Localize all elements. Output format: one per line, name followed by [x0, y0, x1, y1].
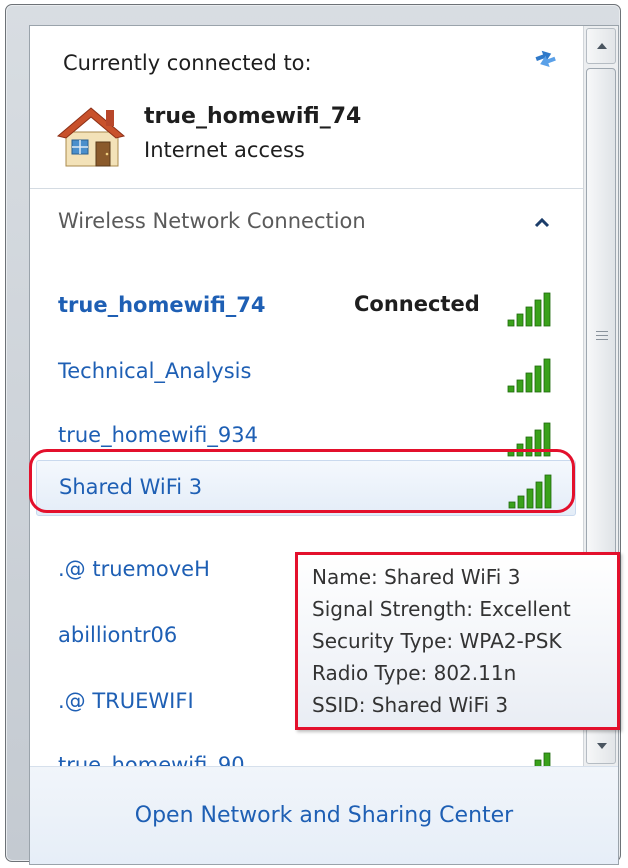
signal-bar [507, 385, 515, 393]
window-frame: Currently connected to: true_homewifi_74… [5, 4, 621, 865]
connected-network-name: true_homewifi_74 [144, 104, 362, 129]
annotation-highlight-ring [29, 449, 575, 513]
network-status: Connected [354, 292, 480, 316]
network-name: Technical_Analysis [58, 359, 252, 383]
signal-bar [534, 365, 542, 393]
current-connection-header: Currently connected to: true_homewifi_74… [30, 26, 583, 188]
network-flyout: Currently connected to: true_homewifi_74… [29, 25, 619, 865]
flyout-footer: Open Network and Sharing Center [30, 766, 618, 864]
scroll-up-button[interactable] [586, 28, 616, 64]
section-title: Wireless Network Connection [58, 209, 366, 233]
signal-bar [525, 306, 533, 327]
network-item-technical-analysis[interactable]: Technical_Analysis [36, 345, 576, 401]
signal-strength-icon [507, 292, 551, 327]
signal-bar [543, 358, 551, 393]
open-network-sharing-center-link[interactable]: Open Network and Sharing Center [30, 803, 618, 828]
tooltip-name: Name: Shared WiFi 3 [312, 565, 521, 589]
signal-bar [534, 299, 542, 327]
network-name: .@ TRUEWIFI [58, 689, 194, 713]
network-name: true_homewifi_74 [58, 293, 266, 317]
arrow-up-icon [597, 43, 607, 49]
scroll-thumb[interactable] [586, 68, 616, 616]
tooltip-ssid: SSID: Shared WiFi 3 [312, 693, 509, 717]
signal-bar [543, 292, 551, 327]
signal-strength-icon [507, 358, 551, 393]
tooltip-security-type: Security Type: WPA2-PSK [312, 629, 562, 653]
home-network-icon [56, 107, 126, 167]
connected-label: Currently connected to: [63, 51, 312, 75]
chevron-up-icon[interactable] [532, 213, 552, 233]
signal-bar [507, 319, 515, 327]
scroll-down-button[interactable] [586, 728, 616, 764]
network-name: abilliontr06 [58, 623, 178, 647]
tooltip-signal-strength: Signal Strength: Excellent [312, 597, 571, 621]
network-item-true-homewifi-74[interactable]: true_homewifi_74 Connected [36, 279, 576, 335]
signal-bar [525, 372, 533, 393]
network-name: true_homewifi_934 [58, 423, 258, 447]
grip-icon [596, 331, 608, 343]
network-details-tooltip: Name: Shared WiFi 3 Signal Strength: Exc… [295, 552, 620, 730]
signal-bar [516, 379, 524, 393]
refresh-icon[interactable] [530, 42, 560, 72]
connection-status: Internet access [144, 138, 305, 162]
tooltip-radio-type: Radio Type: 802.11n [312, 661, 517, 685]
network-name: .@ truemoveH [58, 557, 210, 581]
signal-bar [516, 313, 524, 327]
arrow-down-icon [597, 743, 607, 749]
